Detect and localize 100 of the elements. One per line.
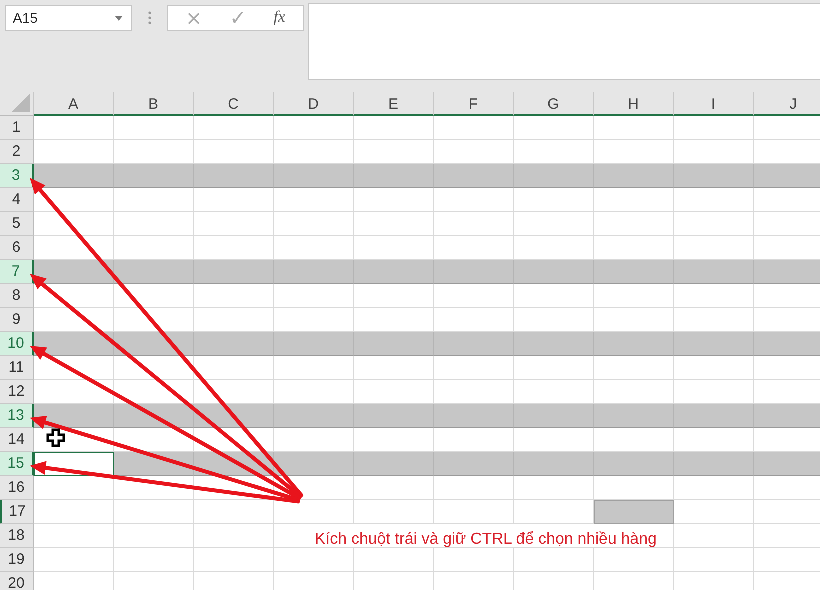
table-cell[interactable] bbox=[194, 188, 274, 212]
table-cell[interactable] bbox=[194, 116, 274, 140]
table-cell[interactable] bbox=[434, 236, 514, 260]
table-cell[interactable] bbox=[354, 380, 434, 404]
table-cell[interactable] bbox=[274, 212, 354, 236]
selected-cell[interactable] bbox=[674, 452, 754, 476]
table-cell[interactable] bbox=[354, 548, 434, 572]
name-box[interactable]: A15 bbox=[5, 5, 132, 31]
table-cell[interactable] bbox=[674, 236, 754, 260]
selected-cell[interactable] bbox=[354, 452, 434, 476]
table-cell[interactable] bbox=[194, 236, 274, 260]
table-cell[interactable] bbox=[434, 476, 514, 500]
table-cell[interactable] bbox=[274, 140, 354, 164]
table-cell[interactable] bbox=[34, 308, 114, 332]
table-cell[interactable] bbox=[274, 356, 354, 380]
selected-cell[interactable] bbox=[434, 404, 514, 428]
table-cell[interactable] bbox=[594, 476, 674, 500]
table-cell[interactable] bbox=[434, 308, 514, 332]
table-cell[interactable] bbox=[514, 500, 594, 524]
table-cell[interactable] bbox=[34, 380, 114, 404]
row-header[interactable]: 11 bbox=[0, 356, 34, 380]
selected-cell[interactable] bbox=[194, 260, 274, 284]
table-cell[interactable] bbox=[674, 500, 754, 524]
table-cell[interactable] bbox=[194, 356, 274, 380]
column-header[interactable]: J bbox=[754, 92, 820, 116]
table-cell[interactable] bbox=[514, 236, 594, 260]
selected-cell[interactable] bbox=[594, 332, 674, 356]
table-cell[interactable] bbox=[274, 236, 354, 260]
table-cell[interactable] bbox=[194, 140, 274, 164]
selected-cell[interactable] bbox=[434, 452, 514, 476]
selected-cell[interactable] bbox=[274, 164, 354, 188]
table-cell[interactable] bbox=[434, 548, 514, 572]
selected-cell[interactable] bbox=[674, 260, 754, 284]
table-cell[interactable] bbox=[674, 308, 754, 332]
row-header[interactable]: 17 bbox=[0, 500, 34, 524]
selected-cell[interactable] bbox=[34, 404, 114, 428]
selected-cell[interactable] bbox=[754, 452, 820, 476]
selected-cell[interactable] bbox=[514, 332, 594, 356]
table-cell[interactable] bbox=[434, 284, 514, 308]
table-cell[interactable] bbox=[434, 500, 514, 524]
table-cell[interactable] bbox=[34, 116, 114, 140]
selected-cell[interactable] bbox=[354, 164, 434, 188]
table-cell[interactable] bbox=[434, 428, 514, 452]
table-cell[interactable] bbox=[674, 548, 754, 572]
table-cell[interactable] bbox=[34, 548, 114, 572]
table-cell[interactable] bbox=[434, 212, 514, 236]
table-cell[interactable] bbox=[114, 548, 194, 572]
table-cell[interactable] bbox=[514, 548, 594, 572]
table-cell[interactable] bbox=[114, 500, 194, 524]
selected-cell[interactable] bbox=[274, 260, 354, 284]
table-cell[interactable] bbox=[434, 356, 514, 380]
table-cell[interactable] bbox=[514, 308, 594, 332]
table-cell[interactable] bbox=[274, 428, 354, 452]
table-cell[interactable] bbox=[34, 212, 114, 236]
table-cell[interactable] bbox=[354, 308, 434, 332]
row-header[interactable]: 9 bbox=[0, 308, 34, 332]
table-cell[interactable] bbox=[514, 380, 594, 404]
table-cell[interactable] bbox=[354, 140, 434, 164]
selected-cell[interactable] bbox=[674, 404, 754, 428]
table-cell[interactable] bbox=[114, 140, 194, 164]
table-cell[interactable] bbox=[194, 380, 274, 404]
table-cell[interactable] bbox=[274, 380, 354, 404]
selected-cell[interactable] bbox=[274, 332, 354, 356]
table-cell[interactable] bbox=[34, 284, 114, 308]
table-cell[interactable] bbox=[674, 116, 754, 140]
selected-cell[interactable] bbox=[354, 332, 434, 356]
column-header[interactable]: F bbox=[434, 92, 514, 116]
table-cell[interactable] bbox=[114, 308, 194, 332]
selected-cell[interactable] bbox=[114, 164, 194, 188]
selected-cell[interactable] bbox=[354, 404, 434, 428]
table-cell[interactable] bbox=[674, 428, 754, 452]
row-header[interactable]: 4 bbox=[0, 188, 34, 212]
table-cell[interactable] bbox=[674, 356, 754, 380]
table-cell[interactable] bbox=[674, 284, 754, 308]
table-cell[interactable] bbox=[594, 212, 674, 236]
table-cell[interactable] bbox=[514, 476, 594, 500]
table-cell[interactable] bbox=[514, 428, 594, 452]
row-header[interactable]: 8 bbox=[0, 284, 34, 308]
table-cell[interactable] bbox=[514, 212, 594, 236]
column-header[interactable]: I bbox=[674, 92, 754, 116]
selected-cell[interactable] bbox=[354, 260, 434, 284]
caret-icon[interactable] bbox=[115, 16, 123, 20]
table-cell[interactable] bbox=[34, 236, 114, 260]
selected-cell[interactable] bbox=[674, 164, 754, 188]
select-all-icon[interactable] bbox=[12, 94, 30, 112]
row-header[interactable]: 12 bbox=[0, 380, 34, 404]
row-header[interactable]: 7 bbox=[0, 260, 34, 284]
column-header[interactable]: H bbox=[594, 92, 674, 116]
selected-cell[interactable] bbox=[114, 260, 194, 284]
selected-cell[interactable] bbox=[514, 404, 594, 428]
table-cell[interactable] bbox=[594, 380, 674, 404]
table-cell[interactable] bbox=[514, 284, 594, 308]
table-cell[interactable] bbox=[114, 524, 194, 548]
table-cell[interactable] bbox=[274, 284, 354, 308]
row-header[interactable]: 15 bbox=[0, 452, 34, 476]
table-cell[interactable] bbox=[194, 212, 274, 236]
table-cell[interactable] bbox=[514, 188, 594, 212]
table-cell[interactable] bbox=[114, 188, 194, 212]
table-cell[interactable] bbox=[674, 380, 754, 404]
selected-cell[interactable] bbox=[594, 164, 674, 188]
